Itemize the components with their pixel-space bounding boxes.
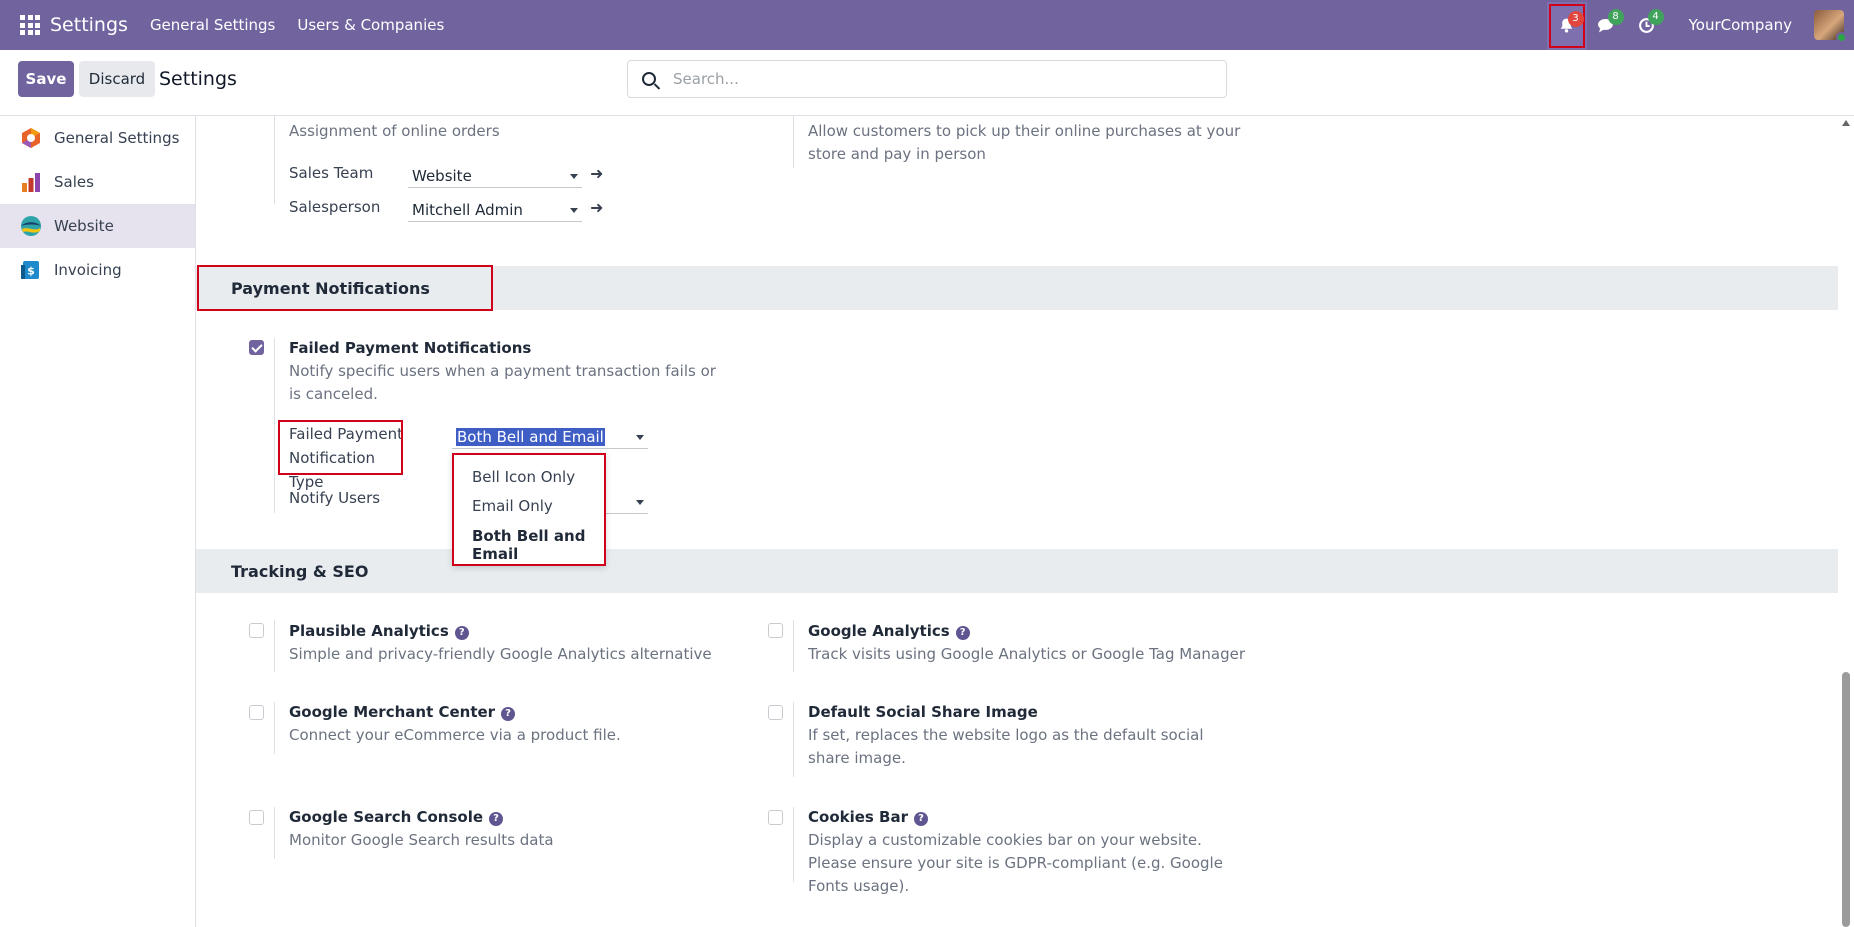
- setting-divider: [793, 116, 794, 168]
- plausible-analytics-desc: Simple and privacy-friendly Google Analy…: [289, 645, 712, 663]
- content-scrollbar[interactable]: [1838, 116, 1854, 927]
- activities-badge: 4: [1647, 9, 1664, 25]
- store-pickup-desc: Allow customers to pick up their online …: [808, 122, 1241, 163]
- google-search-console-desc: Monitor Google Search results data: [289, 831, 554, 849]
- setting-divider: [274, 702, 275, 754]
- control-panel: Save Discard Settings Search...: [0, 50, 1854, 116]
- notification-type-value: Both Bell and Email: [456, 428, 605, 446]
- svg-text:$: $: [27, 265, 35, 278]
- notification-type-dropdown: Bell Icon Only Email Only Both Bell and …: [452, 453, 606, 566]
- invoicing-app-icon: $: [21, 261, 39, 279]
- failed-payment-desc: Notify specific users when a payment tra…: [289, 362, 716, 403]
- scroll-up-icon[interactable]: [1842, 120, 1850, 126]
- option-email-only[interactable]: Email Only: [472, 497, 553, 515]
- google-search-console-checkbox[interactable]: [249, 810, 264, 825]
- setting-divider: [793, 807, 794, 882]
- highlight-box: [278, 420, 403, 475]
- google-merchant-title: Google Merchant Center?: [289, 703, 516, 721]
- notification-type-select[interactable]: Both Bell and Email: [452, 425, 648, 449]
- notifications-button[interactable]: 3: [1546, 1, 1587, 50]
- settings-app-icon: [22, 128, 40, 148]
- order-assignment-desc: Assignment of online orders: [289, 122, 500, 140]
- sidebar-item-general-settings[interactable]: General Settings: [0, 116, 195, 160]
- help-icon[interactable]: ?: [501, 707, 516, 721]
- social-share-image-desc: If set, replaces the website logo as the…: [808, 726, 1204, 767]
- messages-badge: 8: [1607, 9, 1624, 25]
- sidebar-item-label: Website: [54, 217, 114, 235]
- salesperson-select[interactable]: Mitchell Admin: [408, 198, 582, 222]
- google-analytics-desc: Track visits using Google Analytics or G…: [808, 645, 1246, 663]
- chevron-down-icon: [636, 435, 644, 440]
- website-app-icon: [21, 216, 41, 236]
- sidebar-item-sales[interactable]: Sales: [0, 160, 195, 204]
- social-share-image-checkbox[interactable]: [768, 705, 783, 720]
- search-placeholder: Search...: [673, 70, 739, 88]
- failed-payment-title: Failed Payment Notifications: [289, 339, 532, 357]
- app-title[interactable]: Settings: [50, 14, 128, 36]
- sidebar-item-website[interactable]: Website: [0, 204, 195, 248]
- sales-team-label: Sales Team: [289, 164, 374, 182]
- scrollbar-thumb[interactable]: [1842, 672, 1850, 927]
- option-both-bell-email[interactable]: Both Bell and Email: [472, 527, 604, 563]
- activities-button[interactable]: 4: [1627, 0, 1667, 50]
- help-icon[interactable]: ?: [489, 812, 504, 826]
- save-button[interactable]: Save: [18, 61, 74, 97]
- help-icon[interactable]: ?: [454, 626, 469, 640]
- chevron-down-icon: [636, 500, 644, 505]
- google-search-console-title: Google Search Console?: [289, 808, 504, 826]
- settings-sidebar: General Settings Sales Website $ Invoici…: [0, 116, 196, 927]
- help-icon[interactable]: ?: [955, 626, 970, 640]
- arrow-right-icon[interactable]: ➜: [590, 164, 603, 183]
- google-analytics-checkbox[interactable]: [768, 623, 783, 638]
- settings-content: Assignment of online orders Sales Team W…: [196, 116, 1838, 927]
- notify-users-label: Notify Users: [289, 489, 381, 507]
- google-merchant-desc: Connect your eCommerce via a product fil…: [289, 726, 621, 744]
- google-merchant-checkbox[interactable]: [249, 705, 264, 720]
- setting-divider: [274, 338, 275, 513]
- discard-button[interactable]: Discard: [79, 61, 155, 97]
- section-tracking-seo: Tracking & SEO: [196, 549, 1838, 593]
- salesperson-value: Mitchell Admin: [412, 201, 523, 219]
- sidebar-item-invoicing[interactable]: $ Invoicing: [0, 248, 195, 292]
- page-title: Settings: [159, 68, 237, 90]
- user-avatar[interactable]: [1814, 10, 1847, 43]
- plausible-analytics-checkbox[interactable]: [249, 623, 264, 638]
- sales-team-value: Website: [412, 167, 472, 185]
- chevron-down-icon: [570, 174, 578, 179]
- setting-divider: [274, 620, 275, 672]
- social-share-image-title: Default Social Share Image: [808, 703, 1038, 721]
- company-switcher[interactable]: YourCompany: [1689, 16, 1792, 34]
- option-bell-icon-only[interactable]: Bell Icon Only: [472, 468, 575, 486]
- sidebar-item-label: Sales: [54, 173, 94, 191]
- search-icon: [642, 72, 656, 86]
- menu-general-settings[interactable]: General Settings: [150, 16, 275, 34]
- cookies-bar-checkbox[interactable]: [768, 810, 783, 825]
- setting-divider: [274, 116, 275, 204]
- plausible-analytics-title: Plausible Analytics?: [289, 622, 469, 640]
- search-input[interactable]: Search...: [627, 60, 1227, 98]
- sales-team-select[interactable]: Website: [408, 164, 582, 188]
- sales-app-icon: [22, 173, 40, 192]
- menu-users-companies[interactable]: Users & Companies: [297, 16, 444, 34]
- sidebar-item-label: General Settings: [54, 129, 180, 147]
- setting-divider: [793, 620, 794, 672]
- cookies-bar-title: Cookies Bar?: [808, 808, 929, 826]
- chevron-down-icon: [570, 208, 578, 213]
- cookies-bar-desc: Display a customizable cookies bar on yo…: [808, 831, 1223, 895]
- failed-payment-checkbox[interactable]: [249, 340, 264, 355]
- help-icon[interactable]: ?: [914, 812, 929, 826]
- arrow-right-icon[interactable]: ➜: [590, 198, 603, 217]
- setting-divider: [793, 702, 794, 777]
- online-status-icon: [1836, 32, 1847, 43]
- google-analytics-title: Google Analytics?: [808, 622, 970, 640]
- sidebar-item-label: Invoicing: [54, 261, 122, 279]
- setting-divider: [274, 807, 275, 859]
- top-navbar: Settings General Settings Users & Compan…: [0, 0, 1854, 50]
- messages-button[interactable]: 8: [1587, 0, 1627, 50]
- salesperson-label: Salesperson: [289, 198, 381, 216]
- apps-menu-icon[interactable]: [20, 15, 40, 35]
- notifications-badge: 3: [1567, 10, 1584, 27]
- highlight-box: [197, 265, 493, 311]
